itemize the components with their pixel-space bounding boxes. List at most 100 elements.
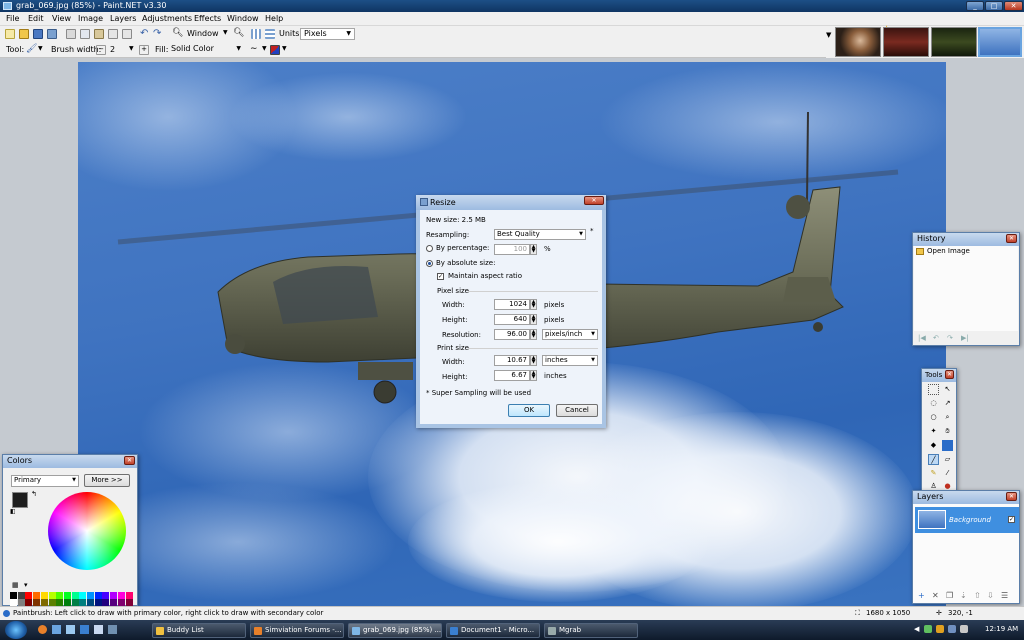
palette-swatch[interactable]	[25, 599, 33, 606]
cut-icon[interactable]	[66, 29, 76, 39]
menu-help[interactable]: Help	[265, 14, 283, 23]
palette-swatch[interactable]	[94, 592, 102, 599]
resolution-unit-dropdown[interactable]: pixels/inch ▼	[542, 329, 598, 340]
eraser-icon[interactable]: ▱	[942, 454, 953, 465]
units-dropdown[interactable]: Pixels ▼	[300, 28, 355, 40]
add-layer-icon[interactable]: +	[918, 591, 925, 600]
palette-swatch[interactable]	[48, 599, 56, 606]
resize-close-button[interactable]: ✕	[584, 196, 604, 205]
quicklaunch-desktop-icon[interactable]	[52, 625, 61, 634]
layer-visible-checkbox[interactable]: ✓	[1008, 516, 1015, 523]
layer-row[interactable]: Background ✓	[915, 507, 1019, 533]
width-spinner[interactable]: ▲ ▼	[530, 299, 537, 310]
color-wheel[interactable]	[48, 492, 126, 570]
palette-swatch[interactable]	[102, 599, 110, 606]
print-width-input[interactable]: 10.67	[494, 355, 530, 366]
palette-swatch[interactable]	[71, 592, 79, 599]
save-icon[interactable]	[33, 29, 43, 39]
resampling-dropdown[interactable]: Best Quality ▼	[494, 229, 586, 240]
taskbar-item-paintnet[interactable]: grab_069.jpg (85%) ...	[348, 623, 442, 638]
menu-file[interactable]: File	[6, 14, 19, 23]
lasso-icon[interactable]: ◌	[928, 398, 939, 409]
thumbnail-image-1[interactable]	[835, 27, 881, 57]
menu-image[interactable]: Image	[78, 14, 103, 23]
brush-width-decrease[interactable]: −	[96, 45, 106, 55]
tray-expand-icon[interactable]: ◀	[914, 625, 919, 633]
palette-swatch[interactable]	[117, 599, 125, 606]
layer-properties-icon[interactable]: ☰	[1001, 591, 1008, 600]
tool-dropdown-arrow[interactable]: ▼	[38, 45, 43, 52]
print-height-spinner[interactable]: ▲ ▼	[530, 370, 537, 381]
by-percentage-radio[interactable]	[426, 245, 433, 252]
palette-swatch[interactable]	[79, 592, 87, 599]
primary-color-swatch[interactable]	[12, 492, 28, 508]
taskbar-item-simviation[interactable]: Simviation Forums -...	[250, 623, 344, 638]
percentage-spinner[interactable]: ▲ ▼	[530, 244, 537, 255]
move-selection-icon[interactable]: ↖	[942, 384, 953, 395]
reset-colors-icon[interactable]: ◧	[10, 508, 16, 515]
merge-layer-icon[interactable]: ⇣	[960, 591, 967, 600]
magic-wand-icon[interactable]: ✦	[928, 426, 939, 437]
history-close-button[interactable]: ✕	[1006, 234, 1017, 243]
copy-icon[interactable]	[80, 29, 90, 39]
close-button[interactable]: ✕	[1004, 1, 1023, 11]
palette-swatch[interactable]	[125, 592, 133, 599]
resolution-input[interactable]: 96.00	[494, 329, 530, 340]
thumbnail-menu-icon[interactable]: ▼	[826, 31, 831, 39]
history-redo-icon[interactable]: ↷	[947, 334, 953, 342]
brush-width-value[interactable]: 2	[110, 45, 115, 54]
gradient-icon[interactable]	[942, 440, 953, 451]
grid-icon[interactable]	[251, 29, 261, 39]
menu-view[interactable]: View	[52, 14, 71, 23]
move-layer-up-icon[interactable]: ⇧	[974, 591, 981, 600]
brush-width-increase[interactable]: +	[139, 45, 149, 55]
pencil-icon[interactable]: ✎	[928, 468, 939, 479]
rectangle-select-icon[interactable]	[928, 384, 939, 395]
print-height-input[interactable]: 6.67	[494, 370, 530, 381]
history-last-icon[interactable]: ▶|	[961, 334, 969, 342]
zoom-tool-icon[interactable]: ⌕	[942, 412, 953, 423]
fill-dropdown[interactable]: Solid Color ▼	[168, 44, 244, 56]
palette-swatch[interactable]	[63, 599, 71, 606]
palette-swatch[interactable]	[56, 592, 64, 599]
thumbnail-image-2[interactable]	[883, 27, 929, 57]
paint-bucket-icon[interactable]: ◆	[928, 440, 939, 451]
by-absolute-radio[interactable]	[426, 260, 433, 267]
palette-swatch[interactable]	[40, 592, 48, 599]
crop-icon[interactable]	[108, 29, 118, 39]
zoom-icon[interactable]: 🔍︎	[172, 29, 183, 39]
new-icon[interactable]	[5, 29, 15, 39]
menu-window[interactable]: Window	[227, 14, 259, 23]
palette-swatch[interactable]	[110, 592, 118, 599]
deselect-icon[interactable]	[122, 29, 132, 39]
palette-swatch[interactable]	[33, 592, 41, 599]
taskbar-item-document1[interactable]: Document1 - Micro...	[446, 623, 540, 638]
width-input[interactable]: 1024	[494, 299, 530, 310]
palette-swatch[interactable]	[17, 592, 25, 599]
print-icon[interactable]	[47, 29, 57, 39]
height-spinner[interactable]: ▲ ▼	[530, 314, 537, 325]
zoom-dropdown-arrow[interactable]: ▼	[223, 29, 228, 36]
color-picker-icon[interactable]: ⁄	[942, 468, 953, 479]
layers-close-button[interactable]: ✕	[1006, 492, 1017, 501]
quicklaunch-firefox-icon[interactable]	[38, 625, 47, 634]
move-selected-icon[interactable]: ↗	[942, 398, 953, 409]
duplicate-layer-icon[interactable]: ❐	[946, 591, 953, 600]
quicklaunch-app-icon[interactable]	[94, 625, 103, 634]
taskbar-item-mgrab[interactable]: Mgrab	[544, 623, 638, 638]
palette-options-icon[interactable]: ▾	[24, 581, 28, 589]
tray-network-icon[interactable]	[948, 625, 956, 633]
paintbrush-icon[interactable]: 🖌︎	[26, 45, 37, 55]
palette-swatch[interactable]	[87, 599, 94, 606]
menu-adjustments[interactable]: Adjustments	[142, 14, 192, 23]
maximize-button[interactable]: □	[985, 1, 1003, 11]
palette-swatch[interactable]	[94, 599, 102, 606]
undo-icon[interactable]: ↶	[140, 29, 150, 39]
palette-swatch[interactable]	[63, 592, 71, 599]
tray-icon-1[interactable]	[924, 625, 932, 633]
ok-button[interactable]: OK	[508, 404, 550, 417]
tray-volume-icon[interactable]	[960, 625, 968, 633]
palette-menu-icon[interactable]: ▦	[12, 581, 19, 589]
palette-swatch[interactable]	[25, 592, 33, 599]
palette-swatch[interactable]	[87, 592, 94, 599]
